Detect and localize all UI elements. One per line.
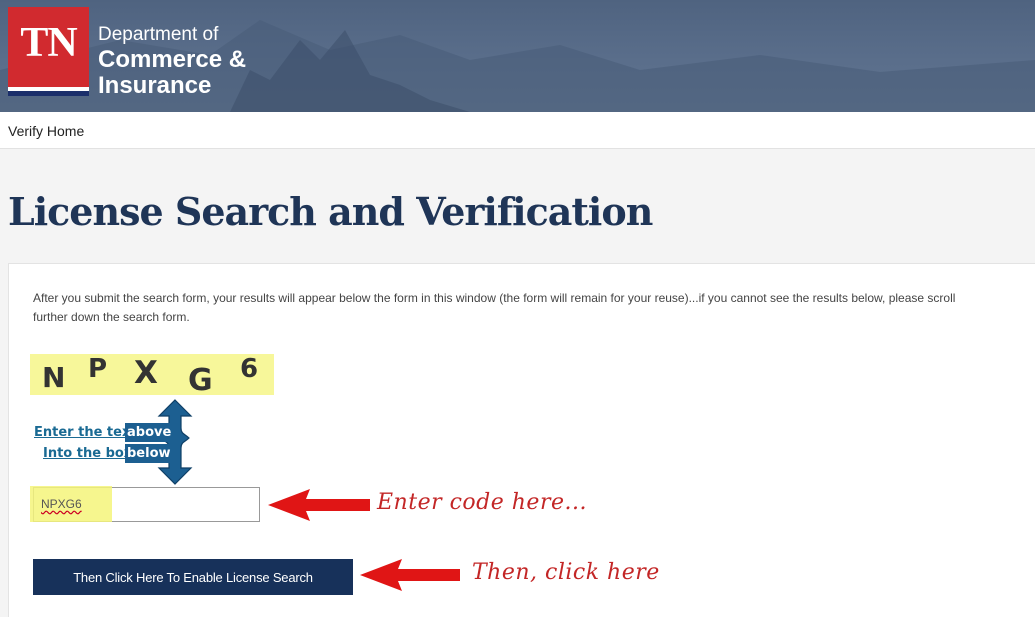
tn-logo[interactable]: TN [8, 7, 89, 96]
logo-stripe-blue [8, 91, 89, 96]
captcha-char-5: 6 [240, 354, 259, 384]
input-highlight [30, 486, 112, 522]
department-name-line2: Commerce & [98, 46, 247, 73]
below-badge: below [125, 444, 173, 463]
header-banner: TN Department of Commerce & Insurance [0, 0, 1035, 112]
above-badge: above [125, 423, 174, 442]
captcha-char-1: N [42, 361, 66, 394]
department-name-line1: Department of [98, 24, 219, 45]
logo-text: TN [20, 20, 77, 66]
into-box-below-label: Into the box [43, 446, 133, 461]
department-name-line3: Insurance [98, 72, 212, 99]
enter-text-above-label: Enter the text [34, 425, 137, 440]
verify-home-link[interactable]: Verify Home [8, 123, 84, 139]
intro-text: After you submit the search form, your r… [33, 289, 1035, 327]
enter-code-annotation: Enter code here... [377, 490, 587, 515]
breadcrumb: Verify Home [0, 112, 1035, 149]
captcha-char-2: P [88, 354, 108, 384]
up-down-arrow-icon [157, 399, 193, 485]
red-arrow-icon [360, 559, 460, 591]
click-here-annotation: Then, click here [472, 560, 660, 585]
captcha-image: N P X G 6 [30, 354, 274, 398]
enable-license-search-button[interactable]: Then Click Here To Enable License Search [33, 559, 353, 595]
captcha-char-3: X [134, 355, 158, 391]
intro-text-line2: further down the search form. [33, 310, 190, 324]
captcha-char-4: G [188, 363, 213, 398]
red-arrow-icon [268, 489, 370, 521]
intro-text-line1: After you submit the search form, your r… [33, 291, 956, 305]
page-title: License Search and Verification [8, 189, 653, 234]
